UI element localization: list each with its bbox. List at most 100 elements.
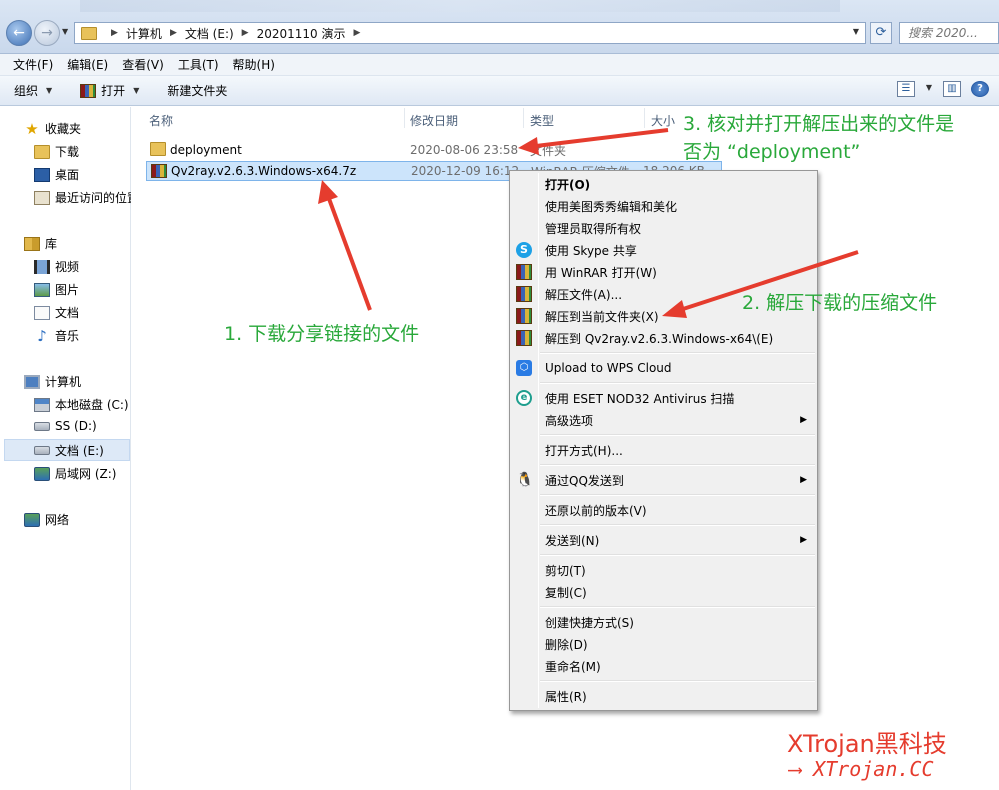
menu-file[interactable]: 文件(F) (6, 56, 60, 73)
menu-item-open[interactable]: 打开(O) (512, 173, 815, 195)
column-divider[interactable] (644, 108, 645, 128)
back-button[interactable]: ← (6, 20, 32, 46)
menu-item-extract-to-folder[interactable]: 解压到 Qv2ray.v2.6.3.Windows-x64\(E) (512, 327, 815, 349)
library-icon (24, 236, 40, 251)
breadcrumb-root-arrow[interactable]: ▶ (103, 28, 118, 38)
menu-item-label: 解压到 Qv2ray.v2.6.3.Windows-x64\(E) (545, 331, 774, 346)
nav-drive-d[interactable]: SS (D:) (34, 419, 97, 433)
nav-desktop[interactable]: 桌面 (34, 166, 79, 183)
nav-drive-e[interactable]: 文档 (E:) (4, 439, 130, 461)
nav-pictures[interactable]: 图片 (34, 281, 79, 298)
change-view-icon[interactable]: ☰ (897, 81, 915, 97)
nav-music[interactable]: ♪ 音乐 (34, 327, 79, 344)
menu-item-eset-scan[interactable]: e 使用 ESET NOD32 Antivirus 扫描 (512, 387, 815, 409)
menu-item-properties[interactable]: 属性(R) (512, 685, 815, 707)
nav-documents[interactable]: 文档 (34, 304, 79, 321)
qq-penguin-icon: 🐧 (516, 472, 534, 488)
menu-item-cut[interactable]: 剪切(T) (512, 559, 815, 581)
organize-button[interactable]: 组织 ▼ (14, 82, 52, 99)
menu-item-copy[interactable]: 复制(C) (512, 581, 815, 603)
menu-item-winrar-open[interactable]: 用 WinRAR 打开(W) (512, 261, 815, 283)
column-header-name[interactable]: 名称 (149, 112, 173, 129)
folder-icon (81, 26, 97, 40)
file-type: 文件夹 (530, 143, 567, 158)
column-header-size[interactable]: 大小 (651, 112, 675, 129)
nav-favorites[interactable]: ★ 收藏夹 (24, 120, 81, 137)
menu-bar: 文件(F) 编辑(E) 查看(V) 工具(T) 帮助(H) (0, 54, 999, 76)
wps-cloud-icon: ⬡ (516, 360, 532, 376)
desktop-icon (34, 167, 50, 182)
menu-help[interactable]: 帮助(H) (226, 56, 282, 73)
menu-separator (540, 352, 815, 354)
address-dropdown-icon[interactable]: ▼ (853, 27, 859, 36)
nav-label: 库 (45, 237, 58, 251)
menu-item-skype-share[interactable]: S 使用 Skype 共享 (512, 239, 815, 261)
column-divider[interactable] (523, 108, 524, 128)
nav-network[interactable]: 网络 (24, 511, 69, 528)
menu-item-label: 复制(C) (545, 585, 587, 600)
annotation-step3-line1: 3. 核对并打开解压出来的文件是 (683, 113, 955, 135)
nav-drive-c[interactable]: 本地磁盘 (C:) (34, 396, 129, 413)
menu-item-meitu-edit[interactable]: 使用美图秀秀编辑和美化 (512, 195, 815, 217)
system-drive-icon (34, 397, 50, 412)
network-icon (24, 512, 40, 527)
nav-label: 文档 (E:) (55, 443, 104, 458)
column-header-date[interactable]: 修改日期 (410, 112, 458, 129)
arrow-step1 (318, 180, 372, 311)
address-bar[interactable]: ▶ 计算机 ▶ 文档 (E:) ▶ 20201110 演示 ▶ ▼ (74, 22, 866, 44)
drive-icon (34, 445, 50, 455)
chevron-down-icon: ▼ (46, 86, 53, 95)
menu-edit[interactable]: 编辑(E) (60, 56, 115, 73)
column-header-type[interactable]: 类型 (530, 112, 554, 129)
nav-drive-z[interactable]: 局域网 (Z:) (34, 465, 116, 482)
file-date: 2020-12-09 16:12 (411, 164, 520, 178)
menu-separator (540, 554, 815, 556)
menu-separator (540, 494, 815, 496)
breadcrumb-current-folder[interactable]: 20201110 演示 ▶ (257, 25, 361, 42)
menu-item-rename[interactable]: 重命名(M) (512, 655, 815, 677)
menu-item-create-shortcut[interactable]: 创建快捷方式(S) (512, 611, 815, 633)
menu-item-delete[interactable]: 删除(D) (512, 633, 815, 655)
recent-pages-dropdown-icon[interactable]: ▼ (62, 27, 68, 36)
nav-videos[interactable]: 视频 (34, 258, 79, 275)
nav-label: 网络 (45, 513, 70, 527)
search-input[interactable] (908, 26, 994, 40)
menu-view[interactable]: 查看(V) (115, 56, 171, 73)
open-button[interactable]: 打开 ▼ (80, 82, 139, 99)
menu-item-label: 管理员取得所有权 (545, 221, 642, 236)
menu-item-advanced[interactable]: 高级选项 ▶ (512, 409, 815, 431)
breadcrumb-drive-e[interactable]: 文档 (E:) ▶ (185, 25, 249, 42)
organize-label: 组织 (14, 84, 39, 98)
column-divider[interactable] (404, 108, 405, 128)
drive-icon (34, 421, 50, 431)
refresh-button[interactable]: ⟳ (870, 22, 892, 44)
nav-libraries[interactable]: 库 (24, 235, 57, 252)
menu-separator (540, 680, 815, 682)
menu-item-restore-versions[interactable]: 还原以前的版本(V) (512, 499, 815, 521)
menu-item-take-ownership[interactable]: 管理员取得所有权 (512, 217, 815, 239)
nav-computer[interactable]: 计算机 (24, 373, 81, 390)
menu-item-open-with[interactable]: 打开方式(H)... (512, 439, 815, 461)
preview-pane-icon[interactable]: ▥ (943, 81, 961, 97)
menu-item-upload-wps[interactable]: ⬡ Upload to WPS Cloud (512, 357, 815, 379)
menu-item-label: 发送到(N) (545, 533, 600, 548)
nav-recent-places[interactable]: 最近访问的位置 (34, 189, 131, 206)
breadcrumb-computer[interactable]: 计算机 ▶ (126, 25, 177, 42)
new-folder-button[interactable]: 新建文件夹 (167, 82, 227, 99)
menu-item-send-to[interactable]: 发送到(N) ▶ (512, 529, 815, 551)
forward-button[interactable]: → (34, 20, 60, 46)
nav-downloads[interactable]: 下载 (34, 143, 79, 160)
file-row-deployment[interactable]: deployment 2020-08-06 23:58 文件夹 (146, 140, 722, 160)
menu-tools[interactable]: 工具(T) (171, 56, 226, 73)
menu-item-send-via-qq[interactable]: 🐧 通过QQ发送到 ▶ (512, 469, 815, 491)
view-options-dropdown-icon[interactable]: ▼ (925, 81, 933, 97)
menu-item-label: 解压文件(A)... (545, 287, 623, 302)
music-icon: ♪ (37, 326, 47, 345)
recent-places-icon (34, 190, 50, 205)
menu-item-label: 用 WinRAR 打开(W) (545, 265, 657, 280)
help-icon[interactable]: ? (971, 81, 989, 97)
network-drive-icon (34, 466, 50, 481)
search-box[interactable] (899, 22, 999, 44)
submenu-arrow-icon: ▶ (800, 535, 807, 545)
document-icon (34, 305, 50, 320)
